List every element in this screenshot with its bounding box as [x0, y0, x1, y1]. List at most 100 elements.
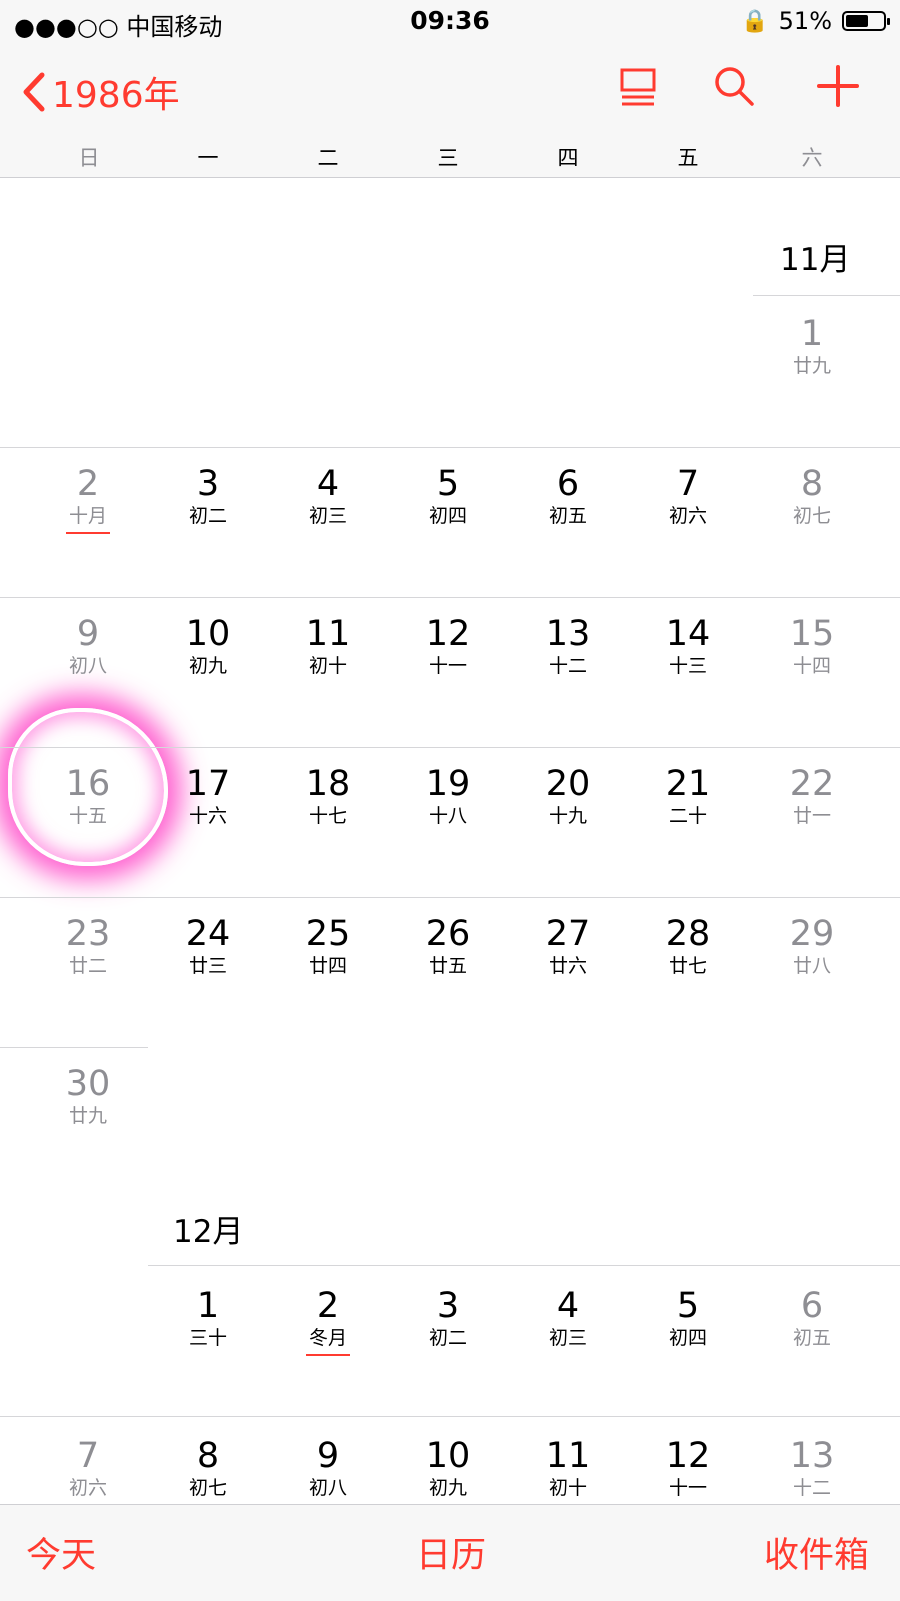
day-number: 8	[196, 1436, 220, 1476]
day-number: 21	[665, 764, 711, 804]
add-event-button[interactable]	[816, 64, 860, 112]
day-cell[interactable]: 12 十一	[628, 1434, 748, 1504]
day-cell[interactable]: 6 初五	[752, 1284, 872, 1404]
day-cell[interactable]: 4 初三	[268, 462, 388, 582]
day-number: 12	[665, 1436, 711, 1476]
day-cell[interactable]: 21 二十	[628, 762, 748, 882]
lunar-date: 十三	[668, 655, 707, 677]
lunar-date: 廿一	[792, 805, 831, 827]
status-bar: ●●●○○ 中国移动 09:36 🔒 51%	[0, 0, 900, 44]
day-number: 5	[676, 1286, 700, 1326]
day-cell[interactable]: 3 初二	[388, 1284, 508, 1404]
month-calendar[interactable]: 11月 12月 1 廿九 2 十月 3 初二 4 初三 5 初四 6 初五 7 初六 8 初七 9 初八 10 初九 1…	[0, 178, 900, 1504]
tab-calendars[interactable]: 日历	[416, 1527, 486, 1578]
lunar-date: 二十	[668, 805, 707, 827]
day-cell[interactable]: 13 十二	[508, 612, 628, 732]
day-cell[interactable]: 5 初四	[388, 462, 508, 582]
day-cell[interactable]: 15 十四	[752, 612, 872, 732]
day-cell[interactable]: 26 廿五	[388, 912, 508, 1032]
day-number: 11	[305, 614, 351, 654]
day-cell[interactable]: 8 初七	[752, 462, 872, 582]
day-number: 25	[305, 914, 351, 954]
day-number: 29	[789, 914, 835, 954]
day-cell[interactable]: 10 初九	[388, 1434, 508, 1504]
list-view-button[interactable]	[618, 64, 658, 112]
day-cell[interactable]: 13 十二	[752, 1434, 872, 1504]
lunar-date: 十一	[668, 1477, 707, 1499]
day-cell[interactable]: 11 初十	[508, 1434, 628, 1504]
day-cell[interactable]: 19 十八	[388, 762, 508, 882]
day-number: 1	[196, 1286, 220, 1326]
day-cell[interactable]: 18 十七	[268, 762, 388, 882]
day-number: 4	[556, 1286, 580, 1326]
day-cell[interactable]: 24 廿三	[148, 912, 268, 1032]
lunar-date: 廿八	[792, 955, 831, 977]
day-number: 23	[65, 914, 111, 954]
lunar-date: 初四	[428, 505, 467, 527]
search-icon	[715, 67, 754, 106]
day-cell[interactable]: 16 十五	[28, 762, 148, 882]
day-number: 27	[545, 914, 591, 954]
day-number: 11	[545, 1436, 591, 1476]
day-cell[interactable]: 11 初十	[268, 612, 388, 732]
day-cell[interactable]: 7 初六	[28, 1434, 148, 1504]
day-number: 2	[316, 1286, 340, 1326]
lunar-date: 廿六	[548, 955, 587, 977]
day-number: 9	[316, 1436, 340, 1476]
day-cell[interactable]: 2 十月	[28, 462, 148, 582]
day-number: 24	[185, 914, 231, 954]
weekday-wed: 三	[437, 146, 459, 170]
day-cell[interactable]: 6 初五	[508, 462, 628, 582]
day-number: 9	[76, 614, 100, 654]
day-number: 14	[665, 614, 711, 654]
day-cell[interactable]: 20 十九	[508, 762, 628, 882]
lunar-date: 初三	[308, 505, 347, 527]
day-cell[interactable]: 7 初六	[628, 462, 748, 582]
day-cell[interactable]: 1 三十	[148, 1284, 268, 1404]
day-cell[interactable]: 30 廿九	[28, 1062, 148, 1182]
tab-today[interactable]: 今天	[26, 1527, 96, 1578]
lunar-date: 廿九	[792, 355, 831, 377]
lunar-date: 初五	[792, 1327, 831, 1349]
day-cell[interactable]: 12 十一	[388, 612, 508, 732]
back-to-year-button[interactable]: 1986年	[22, 66, 180, 118]
lunar-date: 初十	[548, 1477, 587, 1499]
lunar-date: 十一	[428, 655, 467, 677]
lunar-date: 初二	[188, 505, 227, 527]
day-cell[interactable]: 10 初九	[148, 612, 268, 732]
day-cell[interactable]: 25 廿四	[268, 912, 388, 1032]
day-cell[interactable]: 3 初二	[148, 462, 268, 582]
rotation-lock-icon: 🔒	[741, 8, 769, 34]
day-cell[interactable]: 9 初八	[28, 612, 148, 732]
day-number: 26	[425, 914, 471, 954]
day-cell[interactable]: 2 冬月	[268, 1284, 388, 1404]
day-cell[interactable]: 5 初四	[628, 1284, 748, 1404]
day-cell[interactable]: 17 十六	[148, 762, 268, 882]
lunar-date: 初二	[428, 1327, 467, 1349]
weekday-thu: 四	[557, 146, 579, 170]
day-number: 15	[789, 614, 835, 654]
search-button[interactable]	[712, 64, 756, 112]
day-number: 3	[436, 1286, 460, 1326]
tab-inbox[interactable]: 收件箱	[764, 1527, 869, 1578]
day-cell[interactable]: 1 廿九	[752, 312, 872, 432]
lunar-date: 初九	[428, 1477, 467, 1499]
lunar-date: 廿五	[428, 955, 467, 977]
day-number: 5	[436, 464, 460, 504]
day-cell[interactable]: 27 廿六	[508, 912, 628, 1032]
lunar-date: 初十	[308, 655, 347, 677]
day-cell[interactable]: 9 初八	[268, 1434, 388, 1504]
day-cell[interactable]: 8 初七	[148, 1434, 268, 1504]
weekday-sat: 六	[801, 146, 823, 170]
day-cell[interactable]: 23 廿二	[28, 912, 148, 1032]
day-cell[interactable]: 14 十三	[628, 612, 748, 732]
day-number: 17	[185, 764, 231, 804]
day-number: 30	[65, 1064, 111, 1104]
day-number: 7	[76, 1436, 100, 1476]
day-cell[interactable]: 4 初三	[508, 1284, 628, 1404]
day-cell[interactable]: 22 廿一	[752, 762, 872, 882]
battery-icon	[842, 11, 890, 31]
day-cell[interactable]: 28 廿七	[628, 912, 748, 1032]
day-cell[interactable]: 29 廿八	[752, 912, 872, 1032]
lunar-date: 初七	[188, 1477, 227, 1499]
